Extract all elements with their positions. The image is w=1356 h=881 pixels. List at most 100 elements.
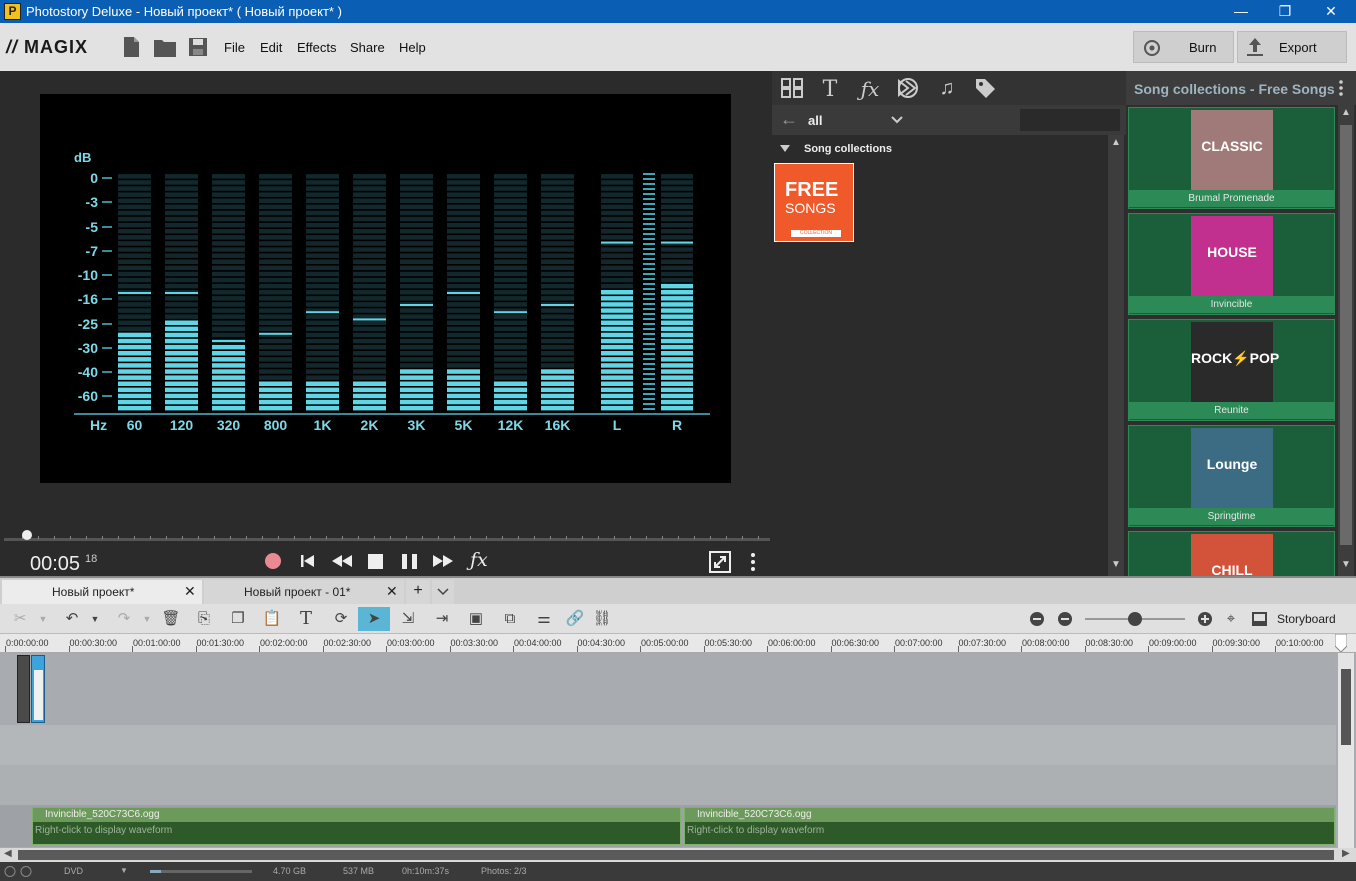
undo-icon[interactable]: ↶ <box>62 609 82 629</box>
zoom-all-icon[interactable]: ⌖ <box>1221 609 1241 629</box>
ruler-tick-label: 00:09:00:00 <box>1149 638 1197 648</box>
menu-share[interactable]: Share <box>350 40 385 55</box>
redo-icon[interactable]: ↷ <box>114 609 134 629</box>
crop-icon[interactable]: ▣ <box>466 609 486 629</box>
rewind-icon[interactable] <box>331 553 353 569</box>
zoom-out-icon[interactable] <box>1057 611 1073 627</box>
timeline-hscroll[interactable]: ◀ ▶ <box>0 848 1356 862</box>
cut-object-icon[interactable]: ⎘ <box>194 609 214 629</box>
audio-track[interactable]: Invincible_520C73C6.ogg Right-click to d… <box>0 805 1336 847</box>
filter-select[interactable]: all <box>808 113 822 128</box>
scrub-tick <box>262 536 263 539</box>
redo-options-icon[interactable]: ▼ <box>141 609 153 629</box>
pause-icon[interactable] <box>401 553 419 569</box>
copy-icon[interactable]: ❐ <box>228 609 248 629</box>
effect-track[interactable] <box>0 765 1336 805</box>
pool-scrollbar[interactable]: ▲ ▼ <box>1108 135 1124 576</box>
song-scroll-thumb[interactable] <box>1340 125 1352 545</box>
song-tile[interactable]: ROCK⚡POP Reunite <box>1128 319 1335 421</box>
zoom-slider-thumb[interactable] <box>1128 612 1142 626</box>
song-panel-scrollbar[interactable]: ▲ ▼ <box>1338 105 1354 576</box>
song-tile[interactable]: CLASSIC Brumal Promenade <box>1128 107 1335 209</box>
fast-forward-icon[interactable] <box>432 553 454 569</box>
scrub-bar[interactable] <box>4 530 770 541</box>
back-arrow-icon[interactable]: ← <box>780 109 798 130</box>
storyboard-icon[interactable] <box>1251 611 1268 627</box>
tag-icon[interactable] <box>974 77 998 99</box>
timeline-vscroll[interactable] <box>1338 653 1354 848</box>
close-tab-icon[interactable]: ✕ <box>386 583 398 600</box>
open-folder-icon[interactable] <box>154 37 176 57</box>
status-bar: DVD ▼ 4.70 GB 537 MB 0h:10m:37s Photos: … <box>0 862 1356 881</box>
more-options-icon[interactable] <box>750 551 756 573</box>
to-start-icon[interactable] <box>300 553 316 569</box>
zoom-in-icon[interactable] <box>1197 611 1213 627</box>
chevron-down-icon[interactable] <box>890 115 904 125</box>
scrub-tick <box>166 536 167 539</box>
unlink-icon[interactable]: ⛓ <box>592 609 612 629</box>
export-button[interactable]: Export <box>1237 31 1347 63</box>
new-file-icon[interactable] <box>122 37 140 57</box>
add-tab-button[interactable]: + <box>406 580 430 604</box>
hscroll-thumb[interactable] <box>18 850 1334 860</box>
storyboard-label[interactable]: Storyboard <box>1277 612 1336 626</box>
menu-file[interactable]: File <box>224 40 245 55</box>
music-icon[interactable]: ♫ <box>935 77 959 99</box>
fit-icon[interactable]: ⧉ <box>500 609 520 629</box>
song-tile[interactable]: HOUSE Invincible <box>1128 213 1335 315</box>
chevron-down-icon[interactable]: ▼ <box>120 866 128 875</box>
close-tab-icon[interactable]: ✕ <box>184 583 196 600</box>
collapse-triangle-icon[interactable] <box>780 145 790 153</box>
free-songs-item[interactable]: FREE SONGS COLLECTION <box>774 163 854 242</box>
song-panel-menu-icon[interactable] <box>1338 79 1344 97</box>
record-icon[interactable] <box>264 552 282 570</box>
audio-clip[interactable]: Invincible_520C73C6.ogg Right-click to d… <box>32 807 681 845</box>
cut-icon[interactable]: ✂ <box>10 609 30 629</box>
playhead-knob[interactable] <box>21 530 32 540</box>
song-tile[interactable]: CHILL <box>1128 531 1335 576</box>
close-button[interactable]: ✕ <box>1308 0 1354 23</box>
eq-band-1K <box>306 174 339 411</box>
minimize-button[interactable]: — <box>1218 0 1264 23</box>
menu-help[interactable]: Help <box>399 40 426 55</box>
link-icon[interactable]: 🔗 <box>565 609 585 629</box>
title-icon[interactable]: T <box>296 609 316 629</box>
tab-list-button[interactable] <box>432 580 454 604</box>
video-track[interactable] <box>0 653 1336 725</box>
group-select-icon[interactable]: ⇲ <box>398 609 418 629</box>
paste-icon[interactable]: 📋 <box>262 609 282 629</box>
mixer-icon[interactable]: ⚌ <box>534 609 554 629</box>
pool-search-input[interactable] <box>1020 109 1120 131</box>
stop-icon[interactable] <box>367 553 384 569</box>
audio-clip[interactable]: Invincible_520C73C6.ogg Right-click to d… <box>684 807 1335 845</box>
project-tab-2[interactable]: Новый проект - 01* ✕ <box>204 580 404 604</box>
undo-options-icon[interactable]: ▼ <box>89 609 101 629</box>
transition-icon[interactable] <box>896 77 920 99</box>
timeline-ruler[interactable]: 0:00:00:00 00:00:30:00 00:01:00:00 00:01:30… <box>0 634 1356 653</box>
fullscreen-icon[interactable] <box>709 551 731 573</box>
fx-icon[interactable]: ƒx <box>470 549 488 571</box>
fx-tab-icon[interactable]: ƒx <box>858 77 882 101</box>
menu-edit[interactable]: Edit <box>260 40 282 55</box>
insert-mode-icon[interactable]: ⇥ <box>432 609 452 629</box>
clip-thumbnail-selected[interactable] <box>31 655 45 723</box>
zoom-fit-icon[interactable] <box>1029 611 1045 627</box>
title-track[interactable] <box>0 725 1336 765</box>
delete-icon[interactable]: 🗑 <box>161 609 181 629</box>
song-cover: Lounge <box>1191 428 1273 508</box>
grid-icon[interactable] <box>780 77 804 99</box>
clip-thumbnail[interactable] <box>17 655 30 723</box>
song-tile[interactable]: Lounge Springtime <box>1128 425 1335 527</box>
cut-options-icon[interactable]: ▼ <box>37 609 49 629</box>
maximize-button[interactable]: ❐ <box>1262 0 1308 23</box>
ruler-tick-label: 00:07:30:00 <box>958 638 1007 648</box>
project-tab-1[interactable]: Новый проект* ✕ <box>2 580 202 604</box>
menu-effects[interactable]: Effects <box>297 40 337 55</box>
burn-button[interactable]: Burn <box>1133 31 1234 63</box>
select-tool-icon[interactable]: ➤ <box>358 607 390 631</box>
ruler-tick <box>195 646 197 652</box>
disc-type-select[interactable]: DVD <box>64 866 83 876</box>
text-icon[interactable]: T <box>818 77 842 102</box>
rotate-icon[interactable]: ⟳ <box>331 609 351 629</box>
save-icon[interactable] <box>189 37 207 57</box>
